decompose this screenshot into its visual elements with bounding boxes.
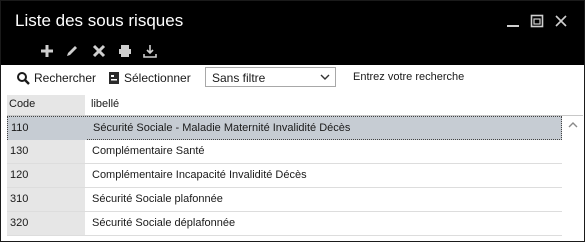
data-grid: 110 Sécurité Sociale - Maladie Maternité… [7,115,583,240]
add-icon[interactable] [37,42,57,60]
table-header: Code libellé [7,95,584,115]
cell-label: Sécurité Sociale plafonnée [92,193,223,205]
delete-icon[interactable] [89,42,109,60]
print-icon[interactable] [115,42,135,60]
cell-code: 310 [7,188,85,211]
export-icon[interactable] [140,42,160,60]
filter-select[interactable]: Sans filtre [205,67,336,87]
cell-code: 120 [7,164,85,187]
cell-label: Sécurité Sociale - Maladie Maternité Inv… [93,122,351,134]
cell-label: Sécurité Sociale déplafonnée [92,217,236,229]
column-header-label[interactable]: libellé [91,98,119,110]
cell-label: Complémentaire Santé [92,145,205,157]
vertical-scrollbar[interactable] [564,116,582,240]
search-icon [17,72,30,85]
maximize-icon[interactable] [527,11,547,31]
title-bar: Liste des sous risques [1,1,584,65]
column-header-code[interactable]: Code [7,95,85,115]
filter-select-value: Sans filtre [212,71,266,85]
window-title: Liste des sous risques [15,11,184,30]
select-icon [109,72,119,84]
cell-label: Complémentaire Incapacité Invalidité Déc… [92,169,307,181]
select-button[interactable]: Sélectionner [108,69,191,87]
chevron-down-icon [320,74,330,80]
table-row[interactable]: 120 Complémentaire Incapacité Invalidité… [7,164,562,188]
search-button-label: Rechercher [34,71,97,85]
search-input-hint[interactable]: Entrez votre recherche [353,71,464,83]
table-row[interactable]: 130 Complémentaire Santé [7,140,562,164]
table-row[interactable]: 110 Sécurité Sociale - Maladie Maternité… [7,116,562,140]
cell-code: 110 [8,117,86,140]
cell-code: 130 [7,140,85,163]
table-row[interactable]: 310 Sécurité Sociale plafonnée [7,188,562,212]
cell-code: 320 [7,212,85,235]
close-icon[interactable] [551,11,571,31]
scroll-up-icon[interactable] [567,120,579,130]
table-row[interactable]: 320 Sécurité Sociale déplafonnée [7,212,562,236]
search-button[interactable]: Rechercher [16,69,96,87]
minimize-icon[interactable] [503,11,523,31]
select-button-label: Sélectionner [124,71,191,85]
edit-icon[interactable] [62,42,82,60]
window: Liste des sous risques Rechercher Sélect… [0,0,585,242]
